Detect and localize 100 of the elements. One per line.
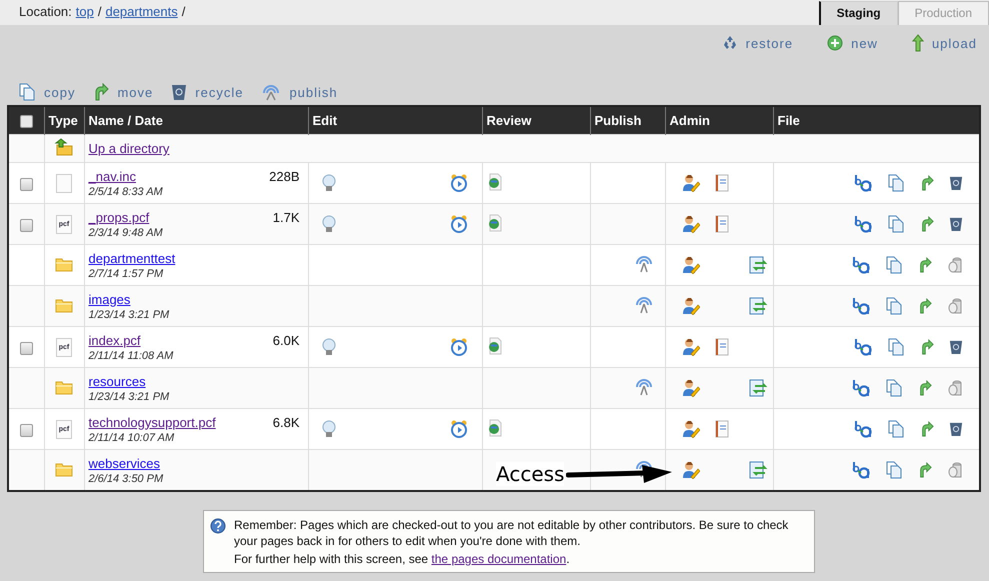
file-name-link[interactable]: _nav.inc (88, 168, 136, 184)
light-bulb-icon (320, 338, 336, 356)
row-checkbox[interactable] (20, 424, 33, 437)
disabled-bin-icon (947, 297, 963, 315)
environment-tab[interactable]: Staging (818, 1, 898, 25)
file-name-link[interactable]: _props.pcf (88, 210, 150, 224)
column-header: File (773, 106, 980, 134)
rename-icon (854, 338, 872, 356)
rename-icon (852, 461, 870, 479)
antenna-icon (634, 378, 652, 396)
notebook-icon (714, 420, 730, 438)
action-link[interactable]: upload (912, 31, 977, 55)
column-header: Name / Date (84, 106, 308, 134)
toolbar-link[interactable]: publish (261, 79, 338, 105)
alarm-clock-icon (450, 420, 468, 438)
person-pencil-icon (682, 256, 700, 274)
copy-icon (885, 461, 903, 479)
alarm-clock-icon (450, 338, 468, 356)
file-name-link[interactable]: webservices (88, 456, 160, 470)
person-pencil-icon (682, 379, 700, 397)
row-checkbox[interactable] (20, 218, 33, 232)
curved-arrow-icon (920, 215, 934, 233)
file-name-link[interactable]: resources (88, 374, 146, 388)
curved-arrow-icon (920, 420, 934, 438)
recycle-icon (722, 35, 738, 51)
trash-bin-icon (171, 83, 188, 101)
modified-date: 2/5/14 8:33 AM (88, 186, 164, 198)
rename-icon (852, 297, 870, 315)
disabled-bin-icon (947, 256, 963, 274)
action-link[interactable]: new (827, 31, 878, 55)
modified-date: 2/3/14 9:48 AM (88, 226, 164, 238)
column-header: Review (482, 106, 590, 134)
light-bulb-icon (320, 174, 336, 192)
copy-icon (887, 420, 905, 438)
curved-arrow-icon (920, 338, 934, 356)
rename-icon (854, 215, 872, 233)
sync-document-icon (748, 379, 766, 397)
select-all-checkbox[interactable] (20, 115, 33, 128)
copy-icon (18, 83, 36, 101)
person-pencil-icon (682, 461, 700, 479)
toolbar-link[interactable]: recycle (171, 79, 244, 105)
light-bulb-icon (320, 420, 336, 438)
file-name-link[interactable]: technologysupport.pcf (88, 414, 216, 430)
trash-bin-icon (949, 420, 963, 438)
column-header: Type (44, 106, 84, 134)
breadcrumb-link[interactable]: top (76, 4, 94, 25)
annotation-label: Access (496, 462, 564, 486)
breadcrumb-link[interactable]: departments (105, 4, 178, 25)
up-arrow-icon (912, 34, 924, 52)
notebook-icon (714, 338, 730, 356)
curved-arrow-icon (93, 83, 110, 101)
person-pencil-icon (682, 215, 700, 233)
antenna-icon (634, 254, 652, 272)
alarm-clock-icon (450, 174, 468, 192)
action-link[interactable]: restore (722, 31, 794, 55)
row-checkbox[interactable] (20, 342, 33, 355)
antenna-icon (634, 296, 652, 314)
disabled-bin-icon (947, 379, 963, 397)
modified-date: 2/7/14 1:57 PM (88, 268, 164, 280)
rename-icon (854, 174, 872, 192)
curved-arrow-icon (918, 379, 932, 397)
person-pencil-icon (682, 420, 700, 438)
file-name-link[interactable]: index.pcf (88, 332, 141, 348)
curved-arrow-icon (918, 461, 932, 479)
help-icon (210, 518, 226, 534)
folder-icon (55, 378, 73, 394)
up-directory-link[interactable]: Up a directory (88, 141, 170, 156)
documentation-link[interactable]: the pages documentation (431, 552, 566, 566)
copy-icon (885, 256, 903, 274)
copy-icon (885, 297, 903, 315)
modified-date: 2/11/14 10:07 AM (88, 432, 176, 444)
breadcrumb-separator: / (98, 4, 102, 21)
column-header: Edit (308, 106, 482, 134)
folder-icon (55, 460, 73, 476)
light-bulb-icon (320, 215, 336, 233)
modified-date: 2/11/14 11:08 AM (88, 350, 174, 362)
row-checkbox[interactable] (20, 178, 33, 191)
notebook-icon (714, 174, 730, 192)
globe-document-icon (486, 336, 502, 354)
file-size: 1.7K (272, 210, 300, 224)
column-header: Publish (590, 106, 665, 134)
file-name-link[interactable]: images (88, 292, 130, 306)
breadcrumb-separator: / (182, 4, 186, 21)
toolbar-link[interactable]: copy (18, 79, 76, 105)
person-pencil-icon (682, 174, 700, 192)
toolbar-link[interactable]: move (93, 79, 154, 105)
trash-bin-icon (949, 215, 963, 233)
trash-bin-icon (949, 174, 963, 192)
copy-icon (887, 338, 905, 356)
person-pencil-icon (682, 338, 700, 356)
file-size: 6.8K (272, 414, 300, 430)
person-pencil-icon (682, 297, 700, 315)
column-header: Admin (665, 106, 773, 134)
copy-icon (887, 174, 905, 192)
file-name-link[interactable]: departmenttest (88, 250, 176, 266)
file-size: 228B (269, 168, 300, 184)
file-size: 6.0K (272, 332, 300, 348)
rename-icon (852, 256, 870, 274)
trash-bin-icon (949, 338, 963, 356)
curved-arrow-icon (918, 256, 932, 274)
